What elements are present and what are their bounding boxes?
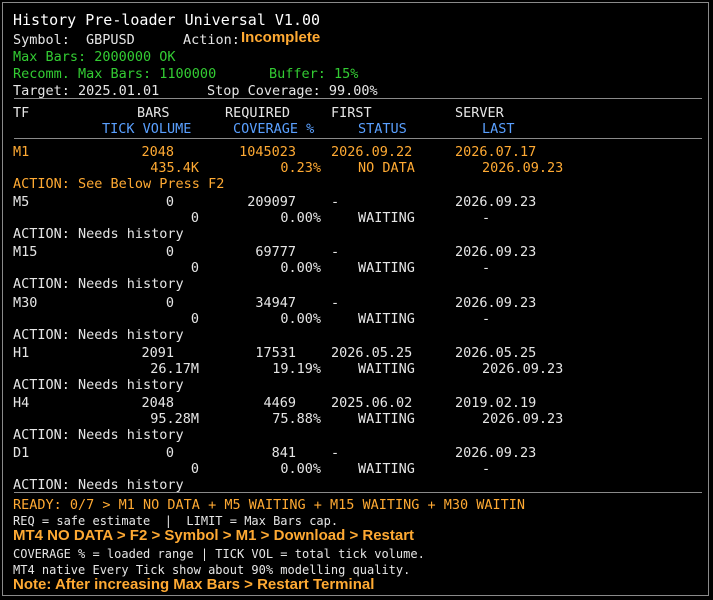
cell-required: 69777 bbox=[255, 244, 296, 261]
cell-action: ACTION: Needs history bbox=[13, 226, 184, 243]
cell-tf: M5 bbox=[13, 194, 30, 211]
history-preloader-panel: History Pre-loader Universal V1.00 Symbo… bbox=[2, 2, 709, 596]
cell-action: ACTION: Needs history bbox=[13, 376, 184, 393]
cell-bars: 2048 bbox=[141, 395, 174, 411]
cell-tf: D1 bbox=[13, 445, 30, 462]
cell-first: - bbox=[331, 445, 340, 462]
cell-last: 2026.09.23 bbox=[482, 360, 564, 377]
cell-first: - bbox=[331, 194, 340, 211]
cell-first: - bbox=[331, 294, 340, 311]
cell-status: WAITING bbox=[358, 210, 415, 227]
cell-first: 2026.05.25 bbox=[331, 344, 413, 361]
cell-server: 2026.07.17 bbox=[455, 144, 537, 160]
cell-bars: 0 bbox=[165, 194, 174, 211]
cell-first: 2025.06.02 bbox=[331, 395, 413, 411]
max-bars: Max Bars: 2000000 OK bbox=[13, 49, 176, 65]
panel-title: History Pre-loader Universal V1.00 bbox=[13, 11, 321, 29]
col-header-status: STATUS bbox=[358, 121, 407, 137]
cell-action: ACTION: See Below Press F2 bbox=[13, 176, 225, 192]
cell-bars: 2048 bbox=[141, 144, 174, 160]
cell-last: 2026.09.23 bbox=[482, 411, 564, 427]
cell-coverage: 0.00% bbox=[280, 210, 321, 227]
cell-required: 17531 bbox=[255, 344, 296, 361]
coverage-legend: COVERAGE % = loaded range | TICK VOL = t… bbox=[13, 547, 425, 561]
cell-server: 2026.09.23 bbox=[455, 445, 537, 462]
cell-status: WAITING bbox=[358, 260, 415, 277]
cell-bars: 0 bbox=[165, 244, 174, 261]
cell-server: 2026.05.25 bbox=[455, 344, 537, 361]
restart-note: Note: After increasing Max Bars > Restar… bbox=[13, 576, 375, 593]
cell-tf: M15 bbox=[13, 244, 38, 261]
cell-first: 2026.09.22 bbox=[331, 144, 413, 160]
cell-coverage: 0.00% bbox=[280, 260, 321, 277]
cell-bars: 2091 bbox=[141, 344, 174, 361]
cell-server: 2026.09.23 bbox=[455, 244, 537, 261]
cell-coverage: 0.00% bbox=[280, 310, 321, 327]
divider-footer bbox=[14, 492, 702, 493]
divider-top bbox=[14, 98, 702, 99]
cell-status: WAITING bbox=[358, 360, 415, 377]
cell-status: NO DATA bbox=[358, 160, 415, 176]
ready-summary: READY: 0/7 > M1 NO DATA + M5 WAITING + M… bbox=[13, 497, 526, 513]
buffer: Buffer: 15% bbox=[269, 66, 359, 82]
cell-required: 1045023 bbox=[239, 144, 296, 160]
cell-required: 34947 bbox=[255, 294, 296, 311]
cell-action: ACTION: Needs history bbox=[13, 477, 184, 494]
col-header-server: SERVER bbox=[455, 105, 504, 121]
cell-tick: 435.4K bbox=[150, 160, 199, 176]
cell-required: 4469 bbox=[263, 395, 296, 411]
cell-tick: 0 bbox=[190, 260, 199, 277]
cell-status: WAITING bbox=[358, 461, 415, 478]
cell-bars: 0 bbox=[165, 445, 174, 462]
symbol-value: GBPUSD bbox=[86, 32, 135, 48]
action-status: Incomplete bbox=[241, 29, 321, 46]
cell-required: 209097 bbox=[247, 194, 296, 211]
cell-coverage: 75.88% bbox=[272, 411, 321, 427]
cell-server: 2026.09.23 bbox=[455, 194, 537, 211]
cell-status: WAITING bbox=[358, 411, 415, 427]
cell-tick: 26.17M bbox=[150, 360, 199, 377]
mt4-instructions: MT4 NO DATA > F2 > Symbol > M1 > Downloa… bbox=[13, 527, 415, 544]
cell-first: - bbox=[331, 244, 340, 261]
cell-action: ACTION: Needs history bbox=[13, 427, 184, 443]
col-header-bars: BARS bbox=[137, 105, 170, 121]
cell-last: - bbox=[482, 310, 491, 327]
cell-last: - bbox=[482, 210, 491, 227]
cell-tick: 95.28M bbox=[150, 411, 199, 427]
action-label: Action: bbox=[183, 32, 240, 48]
col-header-first: FIRST bbox=[331, 105, 372, 121]
col-header-last: LAST bbox=[482, 121, 515, 137]
cell-tick: 0 bbox=[190, 210, 199, 227]
cell-last: 2026.09.23 bbox=[482, 160, 564, 176]
cell-tf: H1 bbox=[13, 344, 30, 361]
target-date: Target: 2025.01.01 bbox=[13, 83, 160, 99]
cell-server: 2019.02.19 bbox=[455, 395, 537, 411]
col-header-tick-volume: TICK VOLUME bbox=[102, 121, 192, 137]
cell-coverage: 0.23% bbox=[280, 160, 321, 176]
recommended-max-bars: Recomm. Max Bars: 1100000 bbox=[13, 66, 217, 82]
cell-status: WAITING bbox=[358, 310, 415, 327]
symbol-label: Symbol: bbox=[13, 32, 70, 48]
cell-tick: 0 bbox=[190, 461, 199, 478]
cell-last: - bbox=[482, 260, 491, 277]
stop-coverage: Stop Coverage: 99.00% bbox=[207, 83, 378, 99]
cell-required: 841 bbox=[271, 445, 296, 462]
cell-coverage: 0.00% bbox=[280, 461, 321, 478]
divider-header bbox=[14, 138, 702, 139]
cell-bars: 0 bbox=[165, 294, 174, 311]
cell-tf: M1 bbox=[13, 144, 30, 160]
cell-coverage: 19.19% bbox=[272, 360, 321, 377]
cell-action: ACTION: Needs history bbox=[13, 326, 184, 343]
cell-action: ACTION: Needs history bbox=[13, 276, 184, 293]
cell-last: - bbox=[482, 461, 491, 478]
cell-tick: 0 bbox=[190, 310, 199, 327]
col-header-coverage: COVERAGE % bbox=[233, 121, 315, 137]
cell-tf: H4 bbox=[13, 395, 30, 411]
col-header-required: REQUIRED bbox=[225, 105, 291, 121]
cell-server: 2026.09.23 bbox=[455, 294, 537, 311]
cell-tf: M30 bbox=[13, 294, 38, 311]
col-header-tf: TF bbox=[13, 105, 30, 121]
